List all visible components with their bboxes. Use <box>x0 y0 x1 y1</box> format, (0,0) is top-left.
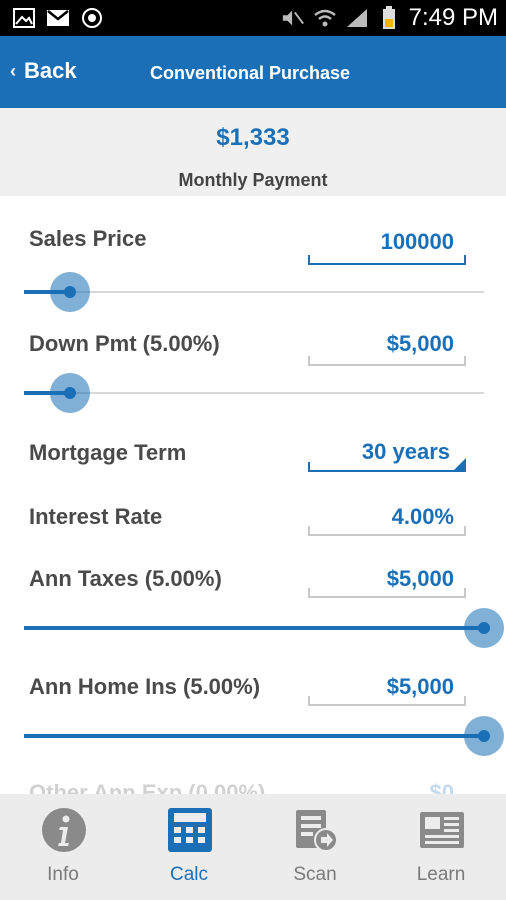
status-left-icons <box>12 7 104 29</box>
tab-calc-label: Calc <box>169 864 208 885</box>
down-pmt-slider[interactable] <box>24 373 484 413</box>
slider-fill <box>24 626 484 630</box>
wifi-icon <box>313 7 337 29</box>
down-pmt-underline <box>308 356 466 366</box>
clock: 7:49 PM <box>408 4 498 31</box>
ann-home-ins-label: Ann Home Ins (5.00%) <box>29 674 261 699</box>
tab-scan[interactable]: Scan <box>252 794 378 900</box>
down-pmt-label: Down Pmt (5.00%) <box>29 331 220 356</box>
slider-thumb[interactable] <box>464 716 504 756</box>
chevron-left-icon: ‹ <box>10 60 16 81</box>
newspaper-icon <box>418 806 466 854</box>
bottom-nav: Info Calc Scan Learn <box>0 794 506 900</box>
slider-thumb[interactable] <box>50 373 90 413</box>
back-label: Back <box>24 58 77 83</box>
slider-thumb[interactable] <box>50 272 90 312</box>
tab-learn[interactable]: Learn <box>378 794 504 900</box>
down-pmt-input[interactable]: $5,000 <box>308 331 466 357</box>
calculator-icon <box>166 806 214 854</box>
slider-track <box>24 392 484 394</box>
tab-learn-label: Learn <box>416 864 466 885</box>
mortgage-term-underline <box>308 462 466 472</box>
ann-taxes-slider[interactable] <box>24 608 504 648</box>
app-bar: ‹ Back Conventional Purchase <box>0 36 506 108</box>
monthly-payment-value: $1,333 <box>216 124 290 151</box>
signal-icon <box>345 7 369 29</box>
dropdown-triangle-icon[interactable] <box>452 458 466 472</box>
status-bar: 7:49 PM <box>0 0 506 36</box>
tab-info[interactable]: Info <box>0 794 126 900</box>
sales-price-input[interactable]: 100000 <box>308 229 466 255</box>
interest-rate-underline <box>308 526 466 536</box>
tab-info-label: Info <box>47 864 79 885</box>
page-title: Conventional Purchase <box>150 63 351 83</box>
gmail-icon <box>46 7 70 29</box>
sales-price-slider[interactable] <box>24 272 484 312</box>
interest-rate-label: Interest Rate <box>29 504 163 529</box>
ann-home-ins-slider[interactable] <box>24 716 504 756</box>
mute-icon <box>281 7 305 29</box>
slider-track <box>24 291 484 293</box>
other-ann-exp-input[interactable]: $0 <box>308 780 466 794</box>
ann-taxes-label: Ann Taxes (5.00%) <box>29 566 222 591</box>
tab-calc[interactable]: Calc <box>126 794 252 900</box>
status-right-icons: 7:49 PM <box>281 4 498 32</box>
ann-home-ins-underline <box>308 696 466 706</box>
mortgage-term-label: Mortgage Term <box>29 440 187 465</box>
sales-price-label: Sales Price <box>29 226 147 251</box>
slider-thumb[interactable] <box>464 608 504 648</box>
info-icon <box>40 806 88 854</box>
sales-price-underline <box>308 255 466 265</box>
tab-scan-label: Scan <box>293 864 337 885</box>
calculator-form: Sales Price 100000 Down Pmt (5.00%) $5,0… <box>0 196 506 794</box>
monthly-payment-label: Monthly Payment <box>178 170 328 190</box>
other-ann-exp-label: Other Ann Exp (0.00%) <box>29 780 266 794</box>
scan-icon <box>292 806 340 854</box>
battery-icon <box>377 6 401 29</box>
payment-summary: $1,333 Monthly Payment <box>0 108 506 196</box>
back-button[interactable]: ‹ Back <box>10 58 77 84</box>
app-badge-icon <box>80 7 104 29</box>
image-icon <box>12 7 36 29</box>
slider-fill <box>24 734 484 738</box>
ann-taxes-underline <box>308 588 466 598</box>
